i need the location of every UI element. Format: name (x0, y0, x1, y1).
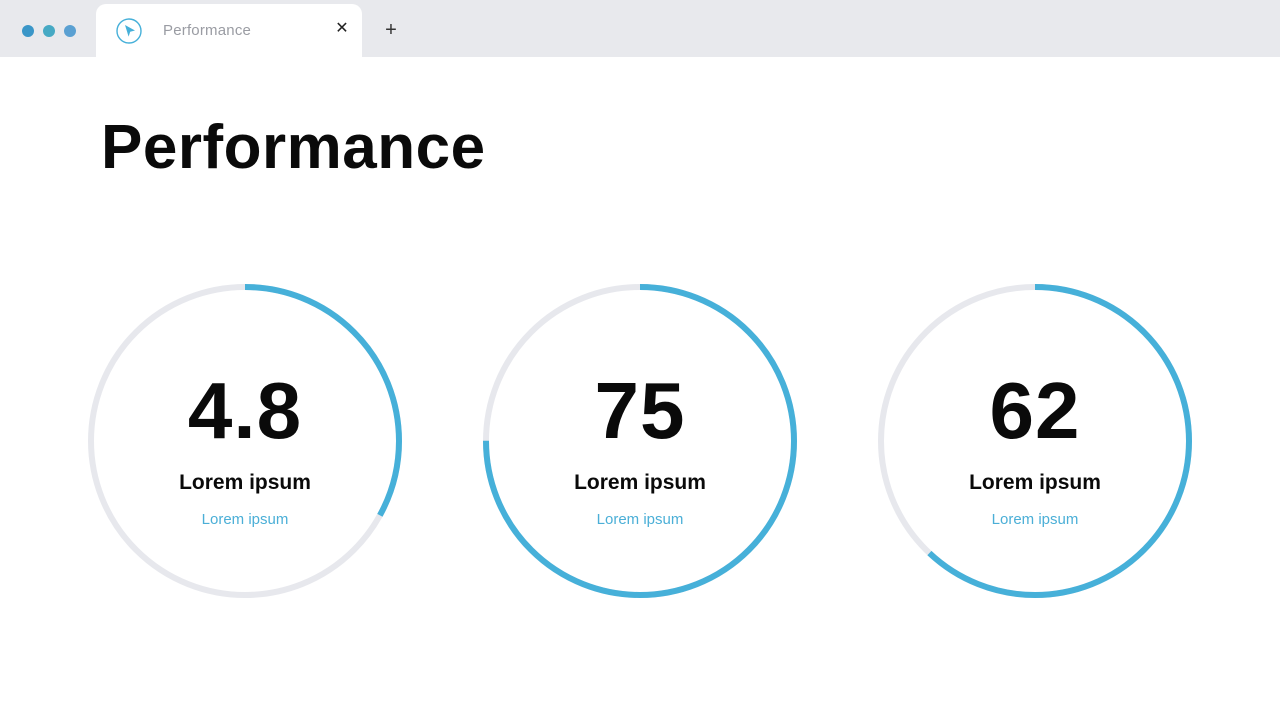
metric-sublabel: Lorem ipsum (596, 511, 684, 528)
metric-sublabel: Lorem ipsum (991, 511, 1079, 528)
metric-value: 75 (594, 366, 686, 455)
window-close-dot[interactable] (22, 25, 34, 37)
window-titlebar: Performance ✕ + (0, 0, 1280, 57)
metric-value: 62 (989, 366, 1081, 455)
window-maximize-dot[interactable] (64, 25, 76, 37)
metric-sublabel: Lorem ipsum (201, 511, 289, 528)
metric-label: Lorem ipsum (574, 471, 706, 494)
cursor-logo-icon (116, 18, 142, 44)
metric-label: Lorem ipsum (969, 471, 1101, 494)
metric-card-3: 62 Lorem ipsum Lorem ipsum (877, 283, 1193, 599)
metric-value: 4.8 (187, 366, 303, 455)
plus-icon[interactable]: + (382, 19, 400, 41)
window-minimize-dot[interactable] (43, 25, 55, 37)
page-title: Performance (101, 113, 486, 182)
metric-label: Lorem ipsum (179, 471, 311, 494)
metric-card-2: 75 Lorem ipsum Lorem ipsum (482, 283, 798, 599)
browser-tab[interactable]: Performance ✕ (96, 4, 362, 57)
metric-card-1: 4.8 Lorem ipsum Lorem ipsum (87, 283, 403, 599)
tab-title: Performance (163, 22, 252, 39)
close-icon[interactable]: ✕ (334, 20, 350, 38)
